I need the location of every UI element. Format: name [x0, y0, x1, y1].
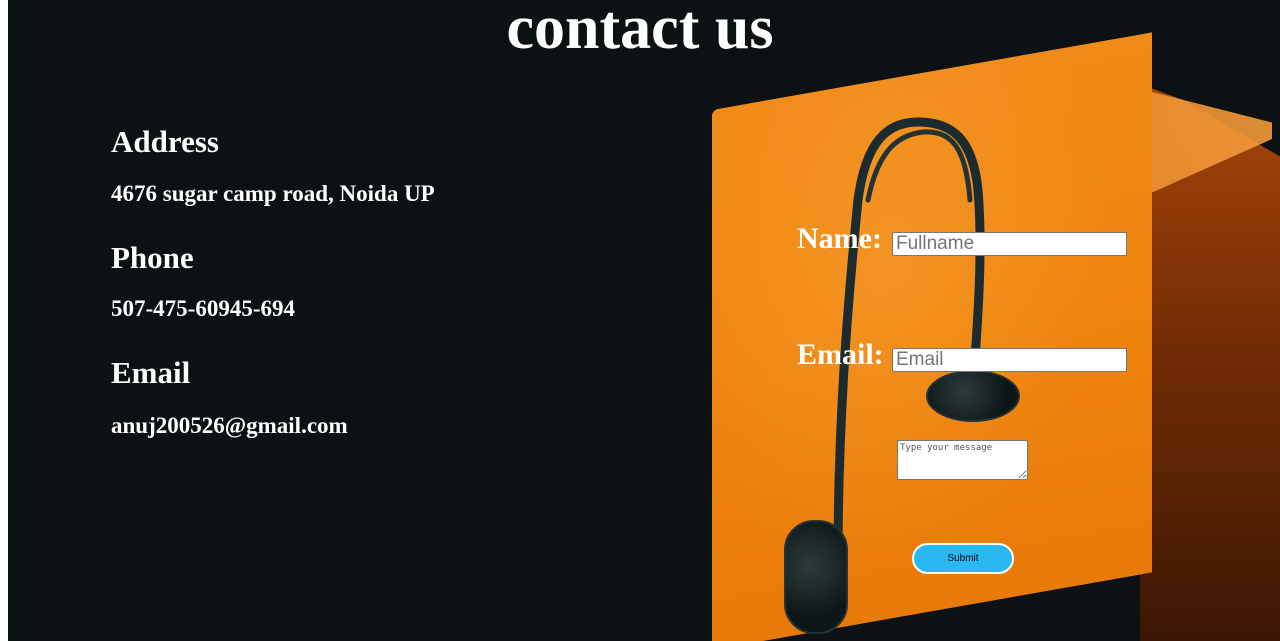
email-label: Email:: [797, 338, 884, 371]
name-label: Name:: [797, 222, 882, 255]
message-textarea[interactable]: [897, 440, 1028, 480]
email-value: anuj200526@gmail.com: [111, 413, 348, 438]
address-heading: Address: [111, 124, 219, 159]
email-heading: Email: [111, 355, 191, 390]
phone-value: 507-475-60945-694: [111, 296, 295, 321]
fullname-input[interactable]: [892, 232, 1127, 256]
email-input[interactable]: [892, 348, 1127, 372]
page-title: contact us: [506, 0, 774, 62]
earbud-graphic-right: [926, 370, 1020, 422]
earbud-graphic-left: [784, 520, 848, 634]
address-value: 4676 sugar camp road, Noida UP: [111, 181, 435, 206]
phone-heading: Phone: [111, 240, 194, 275]
submit-button[interactable]: Submit: [912, 543, 1014, 574]
